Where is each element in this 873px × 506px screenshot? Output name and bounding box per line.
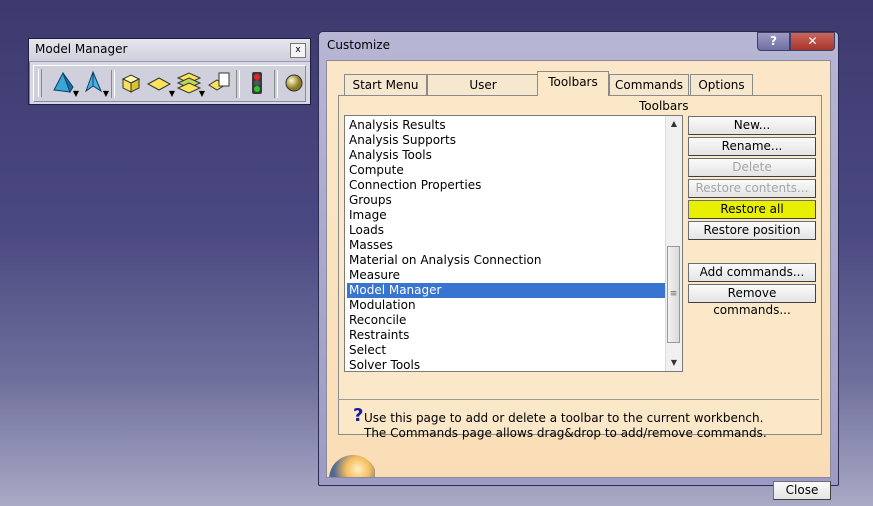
tab-user-workbenches[interactable]: User Workbenches [427, 74, 539, 112]
scroll-down-icon[interactable]: ▼ [666, 355, 682, 371]
info-line-1: Use this page to add or delete a toolbar… [364, 411, 764, 425]
sphere-icon[interactable] [281, 70, 307, 96]
toolbar-grip[interactable] [38, 69, 42, 97]
info-line-2: The Commands page allows drag&drop to ad… [364, 426, 767, 440]
customize-dialog: Customize ? ✕ Start Menu User Workbenche… [318, 31, 839, 500]
add-commands-button[interactable]: Add commands... [688, 263, 816, 282]
mesh-part-icon[interactable]: ▼ [50, 70, 79, 98]
list-item[interactable]: Model Manager [347, 283, 669, 298]
restore-position-button[interactable]: Restore position [688, 221, 816, 240]
model-manager-toolbar: Model Manager x ▼ ▼ ▼ ▼ [28, 38, 311, 105]
toolbars-list-label: Toolbars [639, 99, 689, 113]
model-manager-icon-bar: ▼ ▼ ▼ ▼ [33, 65, 306, 102]
plane-layer-icon[interactable]: ▼ [146, 70, 175, 98]
list-item[interactable]: Measure [347, 268, 669, 283]
restore-contents-button[interactable]: Restore contents... [688, 179, 816, 198]
remove-commands-button[interactable]: Remove commands... [688, 284, 816, 317]
model-manager-titlebar[interactable]: Model Manager x [29, 39, 310, 62]
list-item[interactable]: Restraints [347, 328, 669, 343]
list-item[interactable]: Image [347, 208, 669, 223]
toolbars-tab-page: Toolbars Analysis Results Analysis Suppor… [338, 95, 822, 435]
help-button[interactable]: ? [757, 32, 790, 51]
restore-all-contents-button[interactable]: Restore all contents... [688, 200, 816, 233]
geometry-box-icon[interactable] [118, 70, 144, 96]
list-item[interactable]: Analysis Results [347, 118, 669, 133]
list-item[interactable]: Masses [347, 238, 669, 253]
rename-button[interactable]: Rename... [688, 137, 816, 156]
dialog-client-area: Start Menu User Workbenches Toolbars Com… [326, 60, 831, 500]
close-icon[interactable]: ✕ [790, 32, 835, 51]
list-item[interactable]: Modulation [347, 298, 669, 313]
globe-logo-icon [329, 455, 375, 477]
list-item[interactable]: Analysis Supports [347, 133, 669, 148]
model-manager-title: Model Manager [35, 42, 128, 56]
list-item[interactable]: Reconcile [347, 313, 669, 328]
tab-commands[interactable]: Commands [609, 74, 689, 95]
toolbars-listbox[interactable]: Analysis Results Analysis Supports Analysi… [344, 115, 683, 372]
delete-button[interactable]: Delete [688, 158, 816, 177]
tab-start-menu[interactable]: Start Menu [344, 74, 427, 95]
tab-options[interactable]: Options [690, 74, 753, 95]
toolbar-separator [274, 70, 278, 98]
list-item[interactable]: Compute [347, 163, 669, 178]
traffic-light-icon[interactable] [244, 70, 270, 96]
scroll-up-icon[interactable]: ▲ [666, 116, 682, 132]
document-link-icon[interactable] [206, 70, 232, 96]
toolbar-separator [236, 70, 240, 98]
list-item[interactable]: Loads [347, 223, 669, 238]
list-item[interactable]: Material on Analysis Connection [347, 253, 669, 268]
new-button[interactable]: New... [688, 116, 816, 135]
info-panel: ? Use this page to add or delete a toolb… [338, 399, 819, 460]
scroll-thumb[interactable]: ≡ [667, 246, 680, 343]
list-item[interactable]: Select [347, 343, 669, 358]
list-scrollbar[interactable]: ▲ ≡ ▼ [665, 116, 682, 371]
list-item[interactable]: Analysis Tools [347, 148, 669, 163]
list-item[interactable]: Groups [347, 193, 669, 208]
model-manager-close-button[interactable]: x [290, 43, 306, 58]
dialog-title: Customize [327, 38, 390, 52]
toolbar-separator [111, 70, 115, 98]
mesh-feature-icon[interactable]: ▼ [80, 70, 109, 98]
stacked-layers-icon[interactable]: ▼ [176, 70, 205, 98]
close-button[interactable]: Close [773, 481, 831, 500]
list-item[interactable]: Solver Tools [347, 358, 669, 373]
question-icon: ? [353, 405, 364, 426]
tab-toolbars[interactable]: Toolbars [537, 71, 609, 96]
list-item[interactable]: Connection Properties [347, 178, 669, 193]
